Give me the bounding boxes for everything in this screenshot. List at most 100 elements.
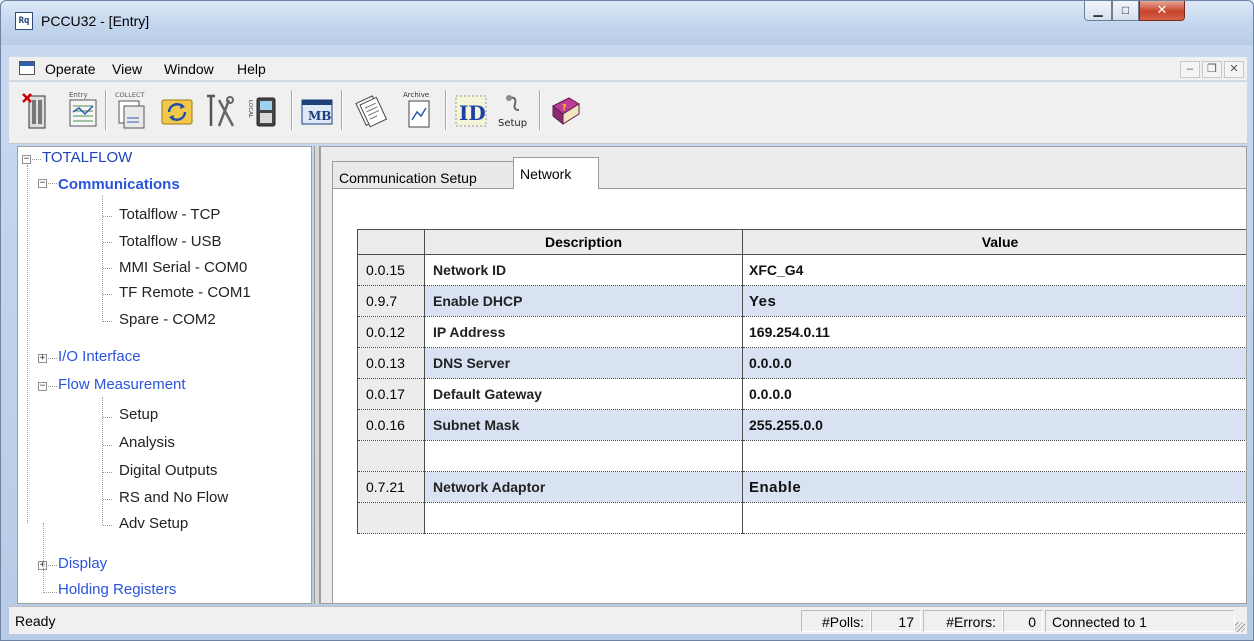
tree-item-io-interface[interactable]: I/O Interface <box>58 348 141 365</box>
expand-icon[interactable]: + <box>38 354 47 363</box>
app-icon[interactable]: Rq <box>15 12 33 30</box>
tree-item-comm-com0[interactable]: MMI Serial - COM0 <box>119 259 247 276</box>
minimize-icon: ▁ <box>1093 3 1103 17</box>
polls-label: #Polls: <box>801 610 871 632</box>
row-description: IP Address <box>424 316 743 348</box>
minimize-button[interactable]: ▁ <box>1084 1 1112 21</box>
archive-icon[interactable]: Archive <box>401 88 437 134</box>
tree-item-display[interactable]: Display <box>58 555 107 572</box>
modbus-icon[interactable]: MB <box>299 88 335 134</box>
close-button[interactable]: ✕ <box>1139 1 1185 21</box>
row-register <box>357 440 425 472</box>
row-description <box>424 440 743 472</box>
default-gateway-value[interactable]: 0.0.0.0 <box>742 378 1246 410</box>
ip-address-value[interactable]: 169.254.0.11 <box>742 316 1246 348</box>
errors-label: #Errors: <box>923 610 1003 632</box>
tree-root-totalflow[interactable]: TOTALFLOW <box>42 149 132 166</box>
entry-icon[interactable]: Entry <box>65 88 101 134</box>
exit-icon[interactable] <box>19 88 55 134</box>
network-tab-panel: Description Value 0.0.15 Network ID XFC_… <box>332 188 1246 603</box>
setup-icon[interactable]: Setup <box>495 88 531 134</box>
menu-help[interactable]: Help <box>237 61 266 77</box>
tree-item-comm-tcp[interactable]: Totalflow - TCP <box>119 206 220 223</box>
tree-item-flow-digital-outputs[interactable]: Digital Outputs <box>119 462 217 479</box>
errors-count: 0 <box>1003 610 1043 632</box>
collapse-icon[interactable]: − <box>22 155 31 164</box>
svg-text:COLLECT: COLLECT <box>115 91 145 99</box>
network-settings-table: Description Value 0.0.15 Network ID XFC_… <box>357 229 1246 534</box>
row-register <box>357 502 425 534</box>
menu-view[interactable]: View <box>112 61 142 77</box>
maximize-icon: □ <box>1121 3 1130 17</box>
window-title: PCCU32 - [Entry] <box>41 13 150 29</box>
connection-status: Connected to 1 <box>1045 610 1235 632</box>
row-register: 0.0.13 <box>357 347 425 379</box>
local-icon[interactable]: LOCAL <box>245 88 281 134</box>
svg-text:LOCAL: LOCAL <box>247 100 253 119</box>
network-adaptor-value[interactable]: Enable <box>742 471 1246 503</box>
svg-text:MB: MB <box>308 109 331 123</box>
blank-value <box>742 502 1246 534</box>
svg-text:Archive: Archive <box>403 91 429 99</box>
row-description <box>424 502 743 534</box>
blank-value <box>742 440 1246 472</box>
mdi-restore-button[interactable]: ❐ <box>1202 61 1222 78</box>
svg-text:ID: ID <box>459 101 486 125</box>
row-description: Network ID <box>424 254 743 286</box>
tree-item-comm-com2[interactable]: Spare - COM2 <box>119 311 216 328</box>
network-id-value[interactable]: XFC_G4 <box>742 254 1246 286</box>
collapse-icon[interactable]: − <box>38 382 47 391</box>
tree-item-communications[interactable]: Communications <box>58 176 180 193</box>
svg-text:Entry: Entry <box>69 91 88 99</box>
tab-communication-setup[interactable]: Communication Setup <box>332 161 514 189</box>
status-bar: Ready #Polls: 17 #Errors: 0 Connected to… <box>9 606 1247 634</box>
subnet-mask-value[interactable]: 255.255.0.0 <box>742 409 1246 441</box>
tree-item-comm-com1[interactable]: TF Remote - COM1 <box>119 284 251 301</box>
row-description: DNS Server <box>424 347 743 379</box>
row-register: 0.0.12 <box>357 316 425 348</box>
column-header-description: Description <box>424 229 743 255</box>
collapse-icon[interactable]: − <box>38 179 47 188</box>
entry-content: Communication Setup Network Description … <box>320 146 1247 604</box>
document-icon[interactable] <box>19 61 35 75</box>
tree-item-flow-rs-no-flow[interactable]: RS and No Flow <box>119 489 228 506</box>
tree-item-flow-setup[interactable]: Setup <box>119 406 158 423</box>
row-register: 0.0.17 <box>357 378 425 410</box>
tree-item-comm-usb[interactable]: Totalflow - USB <box>119 233 222 250</box>
dns-server-value[interactable]: 0.0.0.0 <box>742 347 1246 379</box>
tab-network[interactable]: Network <box>513 157 599 189</box>
mdi-minimize-button[interactable]: – <box>1180 61 1200 78</box>
row-description: Default Gateway <box>424 378 743 410</box>
toolbar: Entry COLLECT LOCAL MB Archive ID Setup … <box>9 82 1247 144</box>
polls-count: 17 <box>871 610 921 632</box>
enable-dhcp-value[interactable]: Yes <box>742 285 1246 317</box>
help-book-icon[interactable]: ? <box>547 88 583 134</box>
tree-item-flow-adv-setup[interactable]: Adv Setup <box>119 515 188 532</box>
column-header-register <box>357 229 425 255</box>
title-bar[interactable]: Rq PCCU32 - [Entry] ▁ □ ✕ <box>1 1 1253 45</box>
id-manager-icon[interactable]: ID <box>453 88 489 134</box>
status-text: Ready <box>15 613 56 629</box>
menu-window[interactable]: Window <box>164 61 214 77</box>
tree-item-holding-registers[interactable]: Holding Registers <box>58 581 176 598</box>
tree-item-flow-analysis[interactable]: Analysis <box>119 434 175 451</box>
row-register: 0.9.7 <box>357 285 425 317</box>
mdi-close-button[interactable]: ✕ <box>1224 61 1244 78</box>
close-icon: ✕ <box>1156 2 1168 17</box>
refresh-icon[interactable] <box>159 88 195 134</box>
row-register: 0.0.16 <box>357 409 425 441</box>
row-description: Subnet Mask <box>424 409 743 441</box>
tree-item-flow-measurement[interactable]: Flow Measurement <box>58 376 186 393</box>
row-description: Network Adaptor <box>424 471 743 503</box>
column-header-value: Value <box>742 229 1246 255</box>
navigation-tree: − TOTALFLOW − Communications Totalflow -… <box>17 146 312 604</box>
menu-bar: Operate View Window Help – ❐ ✕ <box>9 57 1247 81</box>
maximize-button[interactable]: □ <box>1112 1 1139 21</box>
collect-icon[interactable]: COLLECT <box>113 88 149 134</box>
tools-icon[interactable] <box>203 88 239 134</box>
row-register: 0.7.21 <box>357 471 425 503</box>
row-description: Enable DHCP <box>424 285 743 317</box>
report-icon[interactable] <box>353 88 389 134</box>
menu-operate[interactable]: Operate <box>45 61 96 77</box>
resize-grip-icon[interactable] <box>1235 622 1245 632</box>
